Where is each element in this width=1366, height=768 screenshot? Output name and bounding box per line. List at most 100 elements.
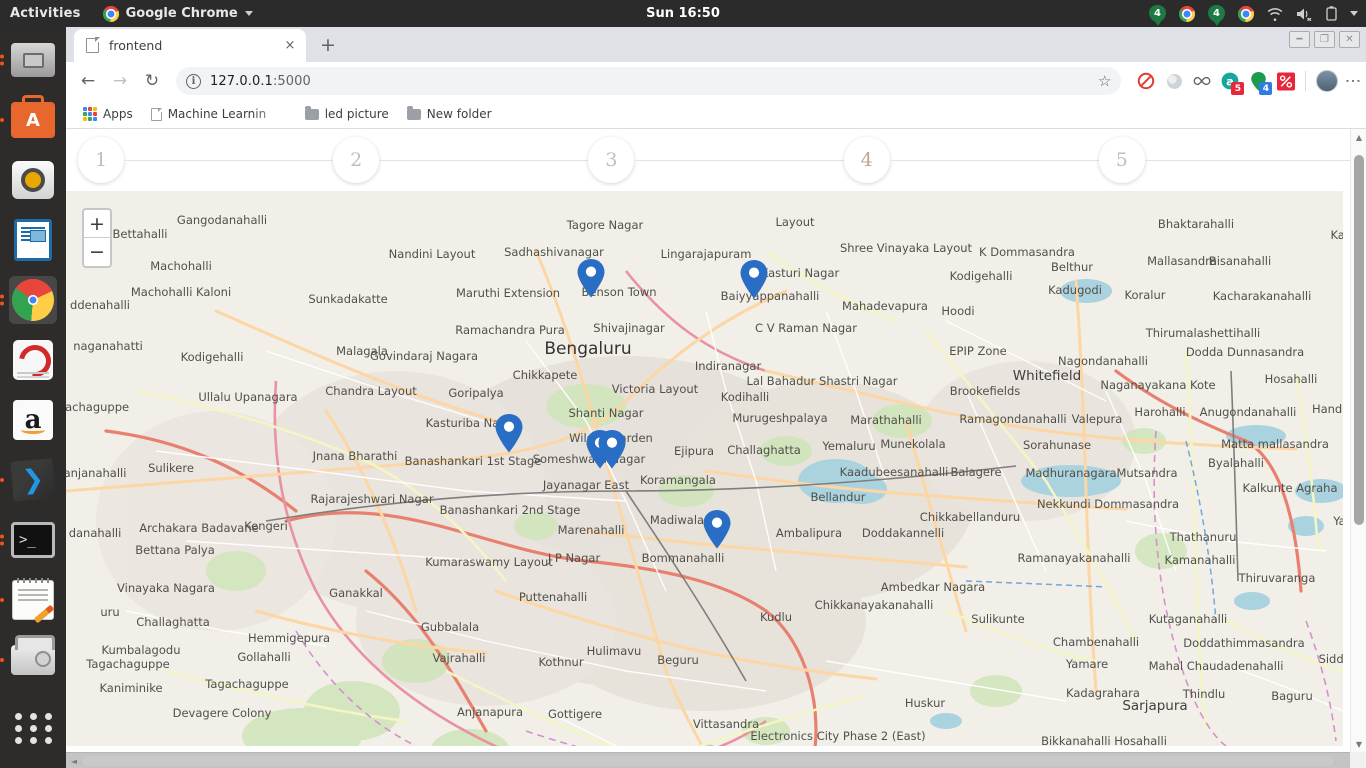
map-marker-pin[interactable] — [702, 509, 732, 549]
map-label: Sulikunte — [971, 612, 1025, 626]
dock-item-show-applications[interactable] — [9, 704, 57, 752]
map-label: Kudlu — [759, 610, 793, 624]
location-pin-icon[interactable]: 4 — [1249, 71, 1273, 95]
map-label: Indiranagar — [694, 359, 762, 373]
dock-item-ebook-reader[interactable] — [9, 336, 57, 384]
address-bar[interactable]: i 127.0.0.1:5000 ☆ — [176, 67, 1122, 95]
zoom-in-button[interactable]: + — [84, 210, 110, 238]
map-label: Shanti Nagar — [568, 406, 644, 420]
map-label: Sulikere — [148, 461, 194, 475]
back-button[interactable]: ← — [74, 67, 102, 95]
infinity-icon[interactable] — [1193, 72, 1211, 90]
grammar-icon[interactable]: a 5 — [1221, 72, 1245, 95]
map-label: Bettana Palya — [135, 543, 215, 557]
bookmark-star-icon[interactable]: ☆ — [1098, 72, 1111, 90]
browser-tab-frontend[interactable]: frontend × — [74, 29, 306, 62]
minimize-window-button[interactable]: ━ — [1289, 31, 1310, 48]
map-label: Ambedkar Nagara — [880, 580, 986, 594]
map-label: danahalli — [68, 526, 122, 540]
scroll-left-arrow-icon[interactable]: ◄ — [66, 753, 82, 768]
dock-item-ubuntu-software[interactable]: A — [0, 95, 57, 144]
map-label: Kasturi Nagar — [760, 266, 840, 280]
dock-item-amazon[interactable]: a — [9, 396, 57, 444]
map-tiles[interactable]: Bettahalli Machohalli Machohalli Kaloni dde… — [66, 191, 1343, 746]
step-1[interactable]: 1 — [78, 137, 124, 183]
site-info-icon[interactable]: i — [186, 73, 201, 89]
vertical-scrollbar[interactable]: ▲ ▼ — [1350, 129, 1366, 768]
map-label: Yatt — [1333, 514, 1343, 528]
map-label: Madiwala — [649, 513, 705, 527]
horizontal-scrollbar[interactable]: ◄ — [66, 752, 1350, 768]
map-label: Jnana Bharathi — [312, 449, 398, 463]
battery-icon[interactable] — [1326, 6, 1337, 21]
adblock-icon[interactable] — [1137, 72, 1155, 90]
percent-icon[interactable] — [1277, 72, 1296, 90]
step-4[interactable]: 4 — [843, 137, 890, 183]
map-marker-pin[interactable] — [739, 259, 769, 299]
new-tab-button[interactable]: + — [314, 31, 342, 59]
running-indicator — [0, 118, 4, 122]
bookmark-machine-learning[interactable]: Machine Learnin — [144, 104, 294, 124]
step-5[interactable]: 5 — [1098, 137, 1145, 183]
app-menu-chrome[interactable]: Google Chrome — [102, 5, 253, 22]
tray-pin-badge-right[interactable]: 4 — [1208, 5, 1225, 22]
map-label: Chikkanayakanahalli — [814, 598, 934, 612]
clock[interactable]: Sun 16:50 — [646, 6, 720, 21]
map-marker-pin[interactable] — [576, 258, 606, 298]
system-menu-chevron-icon[interactable] — [1350, 11, 1358, 16]
map-label: Puttenahalli — [518, 590, 588, 604]
running-indicator — [0, 658, 4, 662]
dock-item-text-editor[interactable] — [0, 576, 57, 624]
map-marker-pin[interactable] — [597, 429, 627, 469]
step-3[interactable]: 3 — [588, 137, 635, 183]
map-label: Nagondanahalli — [1058, 354, 1148, 368]
desktop-screen: Activities Google Chrome Sun 16:50 4 4 A… — [0, 0, 1366, 768]
reload-button[interactable]: ↻ — [138, 67, 166, 95]
kebab-menu-icon[interactable]: ⋮ — [1344, 73, 1363, 89]
dock-item-rhythmbox[interactable] — [9, 156, 57, 204]
map-label: Hulimavu — [586, 644, 642, 658]
tray-pin-badge-left[interactable]: 4 — [1149, 5, 1166, 22]
bookmark-apps[interactable]: Apps — [76, 104, 140, 124]
vertical-scrollbar-thumb[interactable] — [1354, 155, 1364, 525]
map-label: Govindaraj Nagara — [370, 349, 478, 363]
close-window-button[interactable]: ✕ — [1339, 31, 1360, 48]
tray-chrome-icon-1[interactable] — [1179, 5, 1195, 22]
map-label: Hander — [1311, 402, 1343, 416]
map-label: Sunkadakatte — [308, 292, 388, 306]
tray-chrome-icon-2[interactable] — [1238, 5, 1254, 22]
dock-item-google-chrome[interactable] — [0, 276, 57, 324]
profile-avatar[interactable] — [1316, 70, 1339, 92]
restore-window-button[interactable]: ❐ — [1314, 31, 1335, 48]
forward-button[interactable]: → — [106, 67, 134, 95]
dock-item-screen-display[interactable] — [0, 36, 57, 84]
dock-item-libreoffice-impress[interactable] — [9, 216, 57, 264]
web-page-content: 1 2 3 4 5 Bettahalli Machohalli Machohal… — [66, 129, 1366, 768]
sphere-icon[interactable] — [1165, 72, 1183, 90]
map-label: Shree Vinayaka Layout — [839, 241, 973, 255]
dock-item-scanner[interactable] — [0, 635, 57, 684]
map-label: Layout — [775, 215, 815, 229]
scroll-up-arrow-icon[interactable]: ▲ — [1351, 129, 1366, 145]
page-favicon-icon — [86, 37, 100, 53]
map-label: Baiyyappanahalli — [720, 289, 820, 303]
gnome-top-bar: Activities Google Chrome Sun 16:50 4 4 — [0, 0, 1366, 27]
map-marker-pin[interactable] — [494, 413, 524, 453]
dock-item-vscode[interactable]: ❯ — [0, 456, 57, 504]
folder-icon — [406, 105, 421, 120]
activities-button[interactable]: Activities — [10, 6, 81, 21]
map-container[interactable]: Bettahalli Machohalli Machohalli Kaloni dde… — [66, 191, 1343, 746]
zoom-out-button[interactable]: − — [84, 238, 110, 266]
map-label: anjanahalli — [66, 466, 127, 480]
volume-muted-icon[interactable] — [1296, 7, 1313, 21]
wifi-icon[interactable] — [1267, 7, 1283, 21]
dock-item-terminal[interactable]: >_ — [0, 516, 57, 564]
horizontal-scrollbar-thumb[interactable] — [82, 756, 1334, 766]
map-label: Maruthi Extension — [455, 286, 561, 300]
scroll-down-arrow-icon[interactable]: ▼ — [1351, 736, 1366, 752]
bookmark-led-picture[interactable]: led picture — [298, 104, 396, 124]
map-label: Banashankari 1st Stage — [404, 454, 542, 468]
bookmark-new-folder[interactable]: New folder — [400, 104, 499, 124]
step-2[interactable]: 2 — [333, 137, 380, 183]
close-tab-icon[interactable]: × — [282, 38, 298, 54]
